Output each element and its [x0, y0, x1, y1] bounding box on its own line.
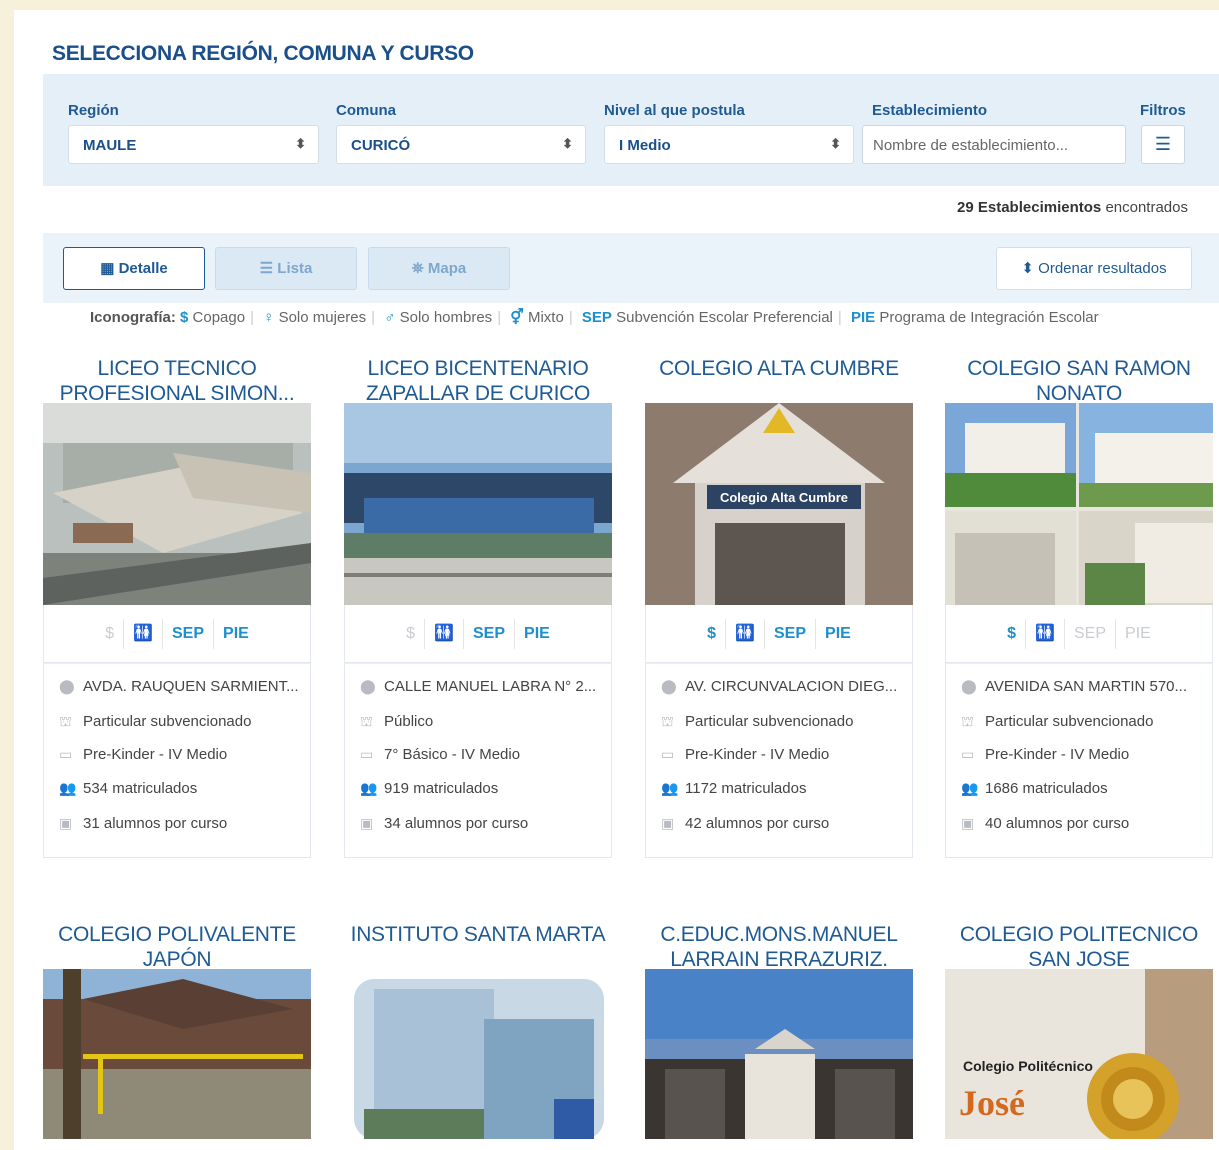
- main-panel: SELECCIONA REGIÓN, COMUNA Y CURSO Región…: [14, 10, 1219, 1150]
- mixed-icon: 🚻: [124, 618, 163, 649]
- location-icon: ⬤: [961, 678, 977, 694]
- view-lista-button[interactable]: ☰ Lista: [215, 247, 357, 290]
- school-photo: Colegio Alta Cumbre: [645, 403, 913, 605]
- sep-badge: SEP: [163, 618, 215, 649]
- school-photo: [43, 969, 311, 1139]
- school-photo: [945, 403, 1213, 605]
- sliders-icon: ☰: [1154, 134, 1172, 154]
- users-icon: 👥: [59, 780, 77, 796]
- view-toolbar: ▦ Detalle ☰ Lista ⛯ Mapa ⬍ Ordenar resul…: [43, 233, 1219, 303]
- school-name[interactable]: COLEGIO ALTA CUMBRE: [645, 356, 913, 381]
- school-name[interactable]: C.EDUC.MONS.MANUEL LARRAIN ERRAZURIZ.: [645, 922, 913, 972]
- sort-icon: ⬍: [1021, 260, 1034, 277]
- filter-bar: Región MAULE ⬍ Comuna CURICÓ ⬍ Nivel al …: [43, 74, 1219, 186]
- dollar-icon: $: [180, 309, 189, 326]
- grid-icon: ▦: [100, 260, 115, 277]
- establecimiento-input[interactable]: Nombre de establecimiento...: [862, 125, 1126, 164]
- institution-icon: ⛫: [59, 713, 72, 729]
- copago-icon: $: [397, 618, 426, 649]
- comuna-value: CURICÓ: [351, 137, 411, 154]
- region-select[interactable]: MAULE ⬍: [68, 125, 319, 164]
- school-badges: $ 🚻 SEP PIE: [344, 605, 612, 663]
- institution-icon: ⛫: [661, 713, 674, 729]
- school-name[interactable]: COLEGIO SAN RAMON NONATO: [945, 356, 1213, 406]
- sep-badge: SEP: [464, 618, 516, 649]
- school-info: ⬤ AVENIDA SAN MARTIN 570... ⛫ Particular s…: [945, 663, 1213, 858]
- copago-icon: $: [698, 618, 727, 649]
- location-icon: ⬤: [360, 678, 376, 694]
- nivel-value: I Medio: [619, 137, 671, 154]
- view-mapa-button[interactable]: ⛯ Mapa: [368, 247, 510, 290]
- school-name[interactable]: LICEO BICENTENARIO ZAPALLAR DE CURICO: [344, 356, 612, 406]
- school-photo: [344, 403, 612, 605]
- sort-arrows-icon: ⬍: [830, 136, 841, 151]
- classroom-icon: ▣: [59, 815, 73, 831]
- classroom-icon: ▣: [661, 815, 675, 831]
- sep-badge: SEP: [1065, 618, 1117, 649]
- sort-arrows-icon: ⬍: [295, 136, 306, 151]
- school-name[interactable]: INSTITUTO SANTA MARTA: [344, 922, 612, 947]
- school-photo: [645, 969, 913, 1139]
- school-photo: Colegio Politécnico José: [945, 969, 1213, 1139]
- female-icon: ♀: [263, 309, 275, 326]
- nivel-label: Nivel al que postula: [604, 102, 745, 119]
- pie-badge: PIE: [825, 624, 851, 642]
- nivel-select[interactable]: I Medio ⬍: [604, 125, 854, 164]
- filtros-label: Filtros: [1140, 102, 1186, 119]
- location-icon: ⬤: [59, 678, 75, 694]
- school-badges: $ 🚻 SEP PIE: [645, 605, 913, 663]
- school-photo: [43, 403, 311, 605]
- svg-text:José: José: [959, 1083, 1025, 1123]
- filters-button[interactable]: ☰: [1141, 125, 1185, 164]
- board-icon: ▭: [661, 746, 675, 762]
- pie-badge: PIE: [524, 624, 550, 642]
- school-name[interactable]: LICEO TECNICO PROFESIONAL SIMON...: [43, 356, 311, 406]
- school-info: ⬤ AVDA. RAUQUEN SARMIENT... ⛫ Particular s…: [43, 663, 311, 858]
- users-icon: 👥: [360, 780, 378, 796]
- region-value: MAULE: [83, 137, 137, 154]
- svg-text:Colegio Alta Cumbre: Colegio Alta Cumbre: [720, 490, 848, 505]
- board-icon: ▭: [961, 746, 975, 762]
- comuna-select[interactable]: CURICÓ ⬍: [336, 125, 586, 164]
- region-label: Región: [68, 102, 119, 119]
- board-icon: ▭: [59, 746, 73, 762]
- svg-text:Colegio Politécnico: Colegio Politécnico: [963, 1058, 1093, 1074]
- school-name[interactable]: COLEGIO POLITECNICO SAN JOSE: [945, 922, 1213, 972]
- school-photo: [344, 969, 612, 1139]
- iconography-legend: Iconografía: $ Copago | ♀ Solo mujeres | ♂…: [90, 309, 1099, 326]
- school-badges: $ 🚻 SEP PIE: [43, 605, 311, 663]
- classroom-icon: ▣: [360, 815, 374, 831]
- establecimiento-label: Establecimiento: [872, 102, 988, 119]
- users-icon: 👥: [661, 780, 679, 796]
- pie-badge: PIE: [223, 624, 249, 642]
- sep-badge: SEP: [765, 618, 817, 649]
- order-results-button[interactable]: ⬍ Ordenar resultados: [996, 247, 1192, 290]
- location-icon: ⬤: [661, 678, 677, 694]
- male-icon: ♂: [384, 309, 396, 326]
- comuna-label: Comuna: [336, 102, 396, 119]
- classroom-icon: ▣: [961, 815, 975, 831]
- results-count: 29 Establecimientos encontrados: [957, 199, 1188, 216]
- institution-icon: ⛫: [961, 713, 974, 729]
- pie-badge: PIE: [1125, 624, 1151, 642]
- sort-arrows-icon: ⬍: [562, 136, 573, 151]
- copago-icon: $: [96, 618, 125, 649]
- mixed-icon: 🚻: [425, 618, 464, 649]
- school-info: ⬤ CALLE MANUEL LABRA N° 2... ⛫ Público ▭ 7°…: [344, 663, 612, 858]
- school-info: ⬤ AV. CIRCUNVALACION DIEG... ⛫ Particular …: [645, 663, 913, 858]
- map-icon: ⛯: [411, 260, 424, 277]
- page-title: SELECCIONA REGIÓN, COMUNA Y CURSO: [52, 42, 474, 65]
- view-detalle-button[interactable]: ▦ Detalle: [63, 247, 205, 290]
- users-icon: 👥: [961, 780, 979, 796]
- mixed-icon: 🚻: [726, 618, 765, 649]
- school-badges: $ 🚻 SEP PIE: [945, 605, 1213, 663]
- mixed-icon: 🚻: [1026, 618, 1065, 649]
- school-name[interactable]: COLEGIO POLIVALENTE JAPÓN: [43, 922, 311, 972]
- copago-icon: $: [998, 618, 1027, 649]
- mixed-icon: ⚥: [510, 309, 524, 326]
- list-icon: ☰: [259, 260, 274, 277]
- board-icon: ▭: [360, 746, 374, 762]
- institution-icon: ⛫: [360, 713, 373, 729]
